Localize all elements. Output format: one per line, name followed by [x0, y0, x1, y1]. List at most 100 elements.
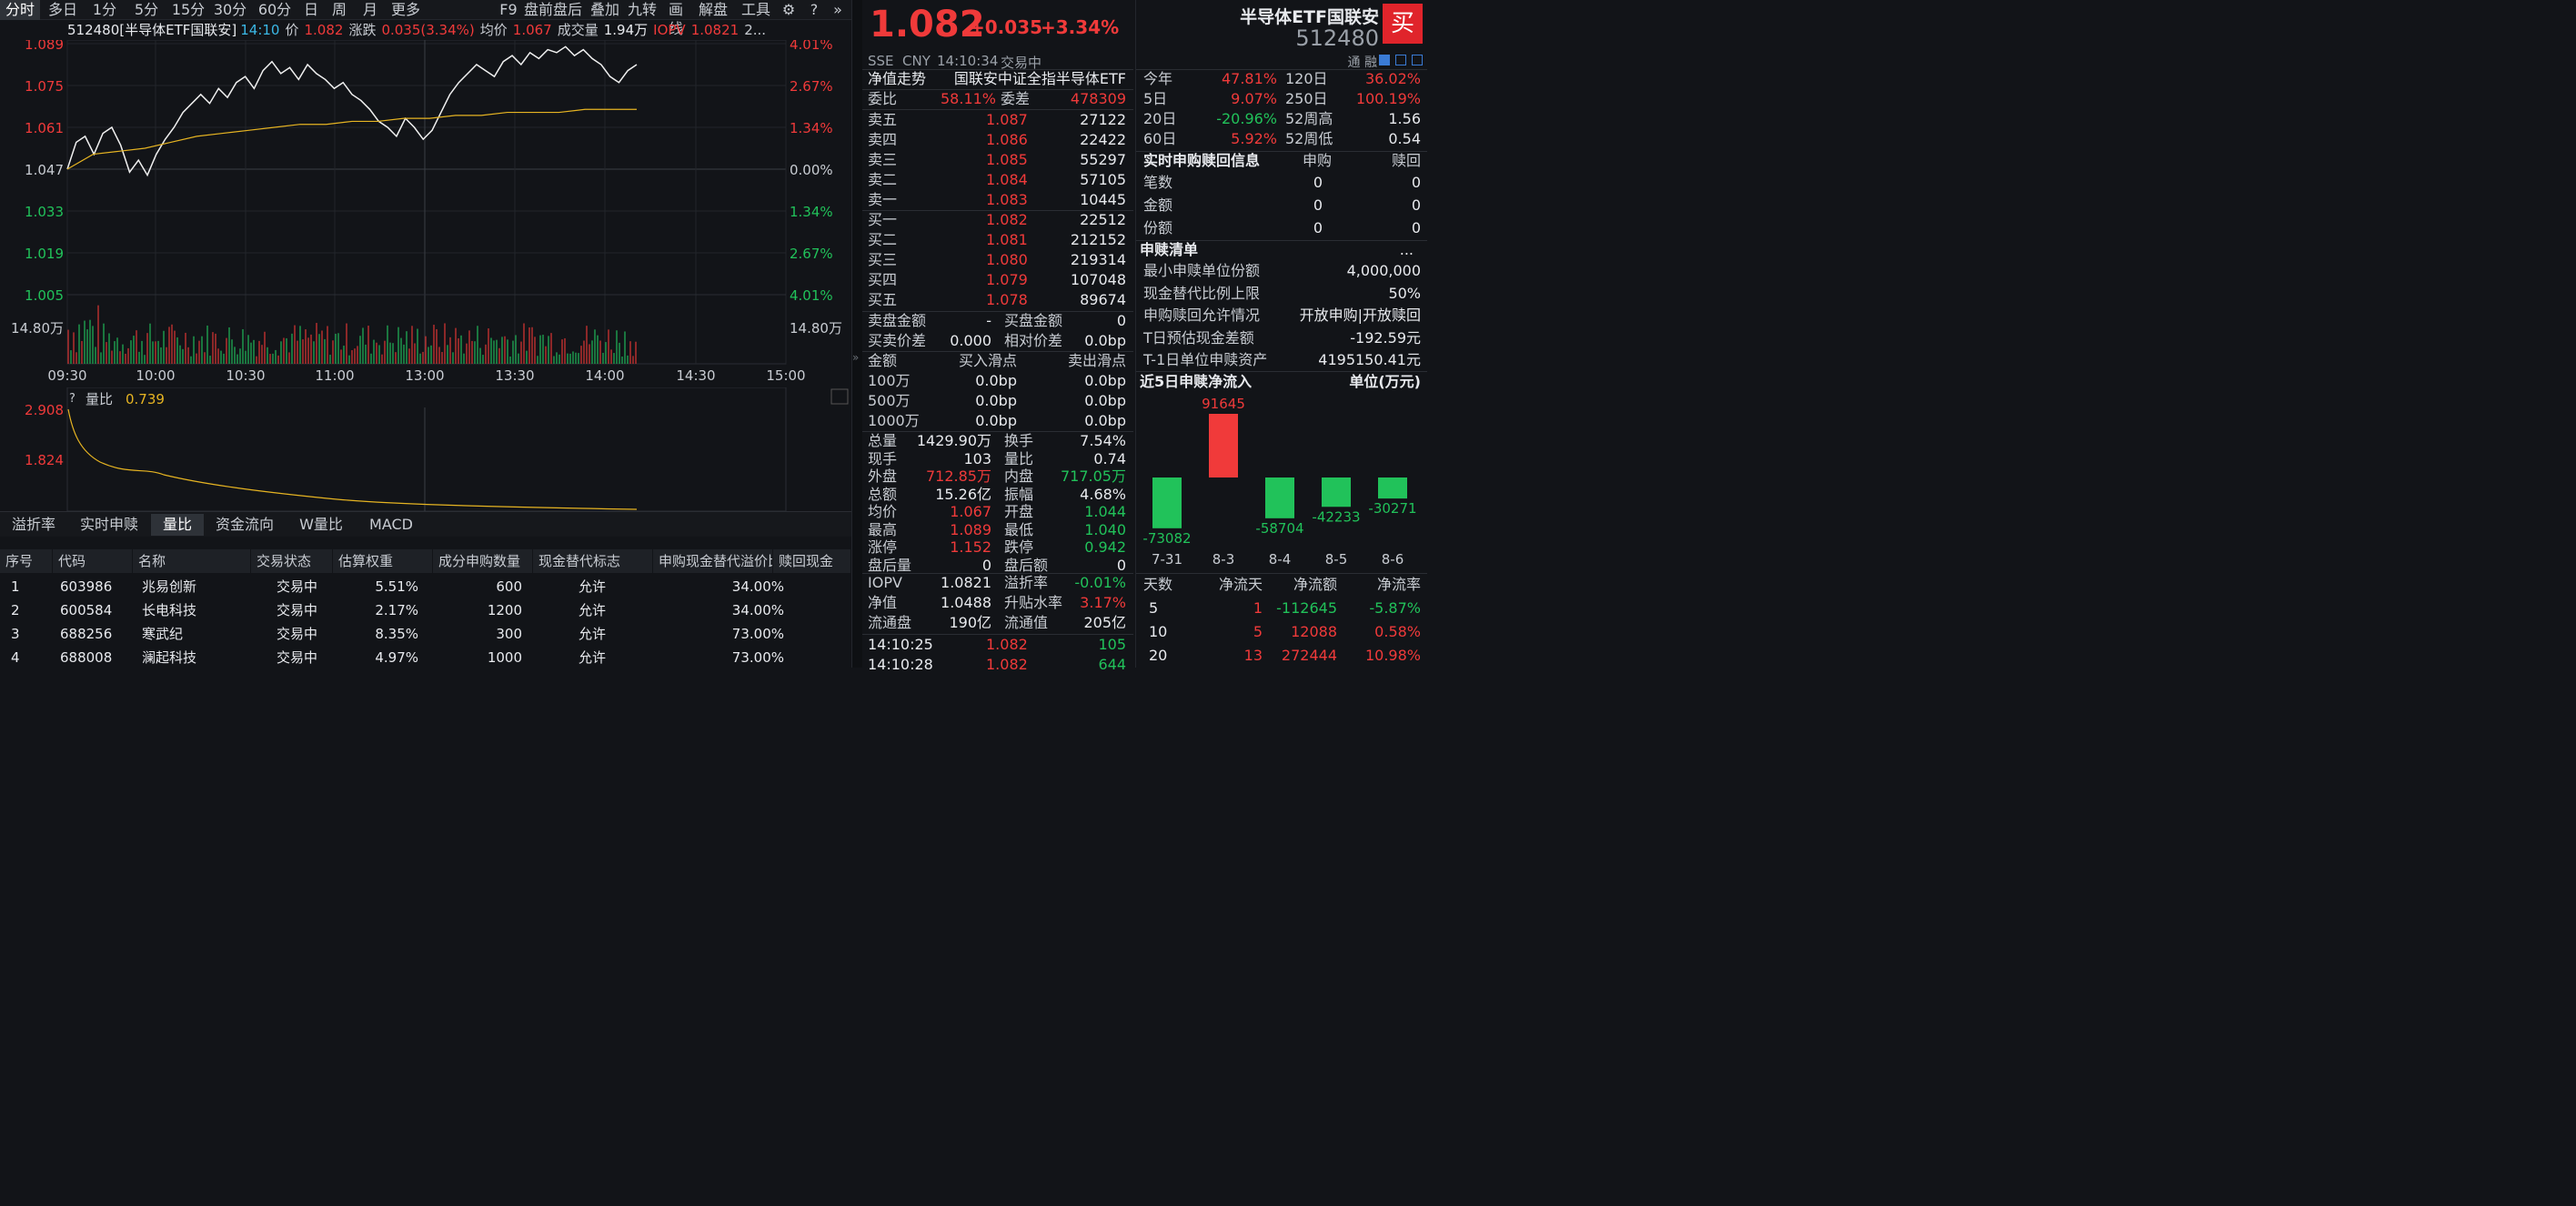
ratio-y-tick: 1.824	[25, 452, 64, 468]
toolbar-item-0[interactable]: F9	[497, 0, 520, 20]
bid-label: 买四	[868, 271, 898, 288]
perf-label: 52周高	[1285, 110, 1333, 127]
period-tab-0[interactable]: 分时	[0, 0, 40, 20]
period-tab-7[interactable]: 日	[298, 0, 324, 20]
toolbar-item-1[interactable]: 盘前盘后	[520, 0, 586, 20]
period-tab-8[interactable]: 周	[324, 0, 355, 20]
tab-0[interactable]: 溢折率	[0, 514, 67, 536]
perf-label: 今年	[1143, 70, 1173, 87]
redemption-title: 实时申购赎回信息	[1143, 152, 1261, 169]
x-tick: 10:00	[136, 367, 175, 384]
list-value: 4,000,000	[1346, 262, 1421, 279]
col-header-6[interactable]: 现金替代标志	[533, 549, 653, 573]
col-header-4[interactable]: 估算权重	[333, 549, 433, 573]
volume-ratio-chart[interactable]: ? 量比 0.739 2.908 1.824	[0, 387, 851, 513]
nav-label[interactable]: 净值走势	[868, 69, 926, 89]
col-header-1[interactable]: 代码	[53, 549, 133, 573]
help-icon[interactable]: ?	[806, 0, 822, 20]
bid-volume: 212152	[1070, 231, 1126, 248]
table-row[interactable]: 3 688256 寒武纪 交易中 8.35% 300 允许 73.00%	[0, 622, 851, 646]
y-tick-left: 1.019	[25, 246, 64, 262]
ask-volume: 10445	[1080, 191, 1126, 208]
window-icon[interactable]	[1395, 55, 1406, 65]
col-header-2[interactable]: 名称	[133, 549, 251, 573]
ask-label: 卖四	[868, 131, 898, 148]
period-toolbar: 分时 多日 1分 5分 15分 30分 60分日周月更多 F9 盘前盘后 叠加 九转 画线 解盘 工具 ⚙?…	[0, 0, 851, 37]
y-tick-right: 4.01%	[790, 287, 833, 304]
collapse-icon[interactable]: »	[852, 351, 859, 364]
order-value: 0.0bp	[1084, 332, 1126, 349]
col-header-5[interactable]: 成分申购数量	[433, 549, 533, 573]
help-icon[interactable]: ?	[69, 392, 75, 406]
redemption-label: 份额	[1143, 219, 1173, 236]
col-header-0[interactable]: 序号	[0, 549, 53, 573]
tick-time: 14:10:25	[868, 636, 933, 653]
order-label: 买盘金额	[1004, 312, 1063, 329]
col-header-7[interactable]: 申购现金替代溢价比率	[653, 549, 773, 573]
slippage-buy: 0.0bp	[975, 412, 1017, 429]
x-tick: 11:00	[315, 367, 354, 384]
tab-4[interactable]: W量比	[286, 514, 357, 536]
tab-1[interactable]: 实时申赎	[69, 514, 149, 536]
volume-tick-right: 14.80万	[790, 320, 842, 337]
bid-price: 1.078	[986, 291, 1028, 308]
cell: 交易中	[277, 578, 318, 595]
period-tab-3[interactable]: 5分	[126, 0, 167, 20]
period-tab-5[interactable]: 30分	[209, 0, 251, 20]
etf-info-panel: 半导体ETF国联安 512480 通 融买今年 47.81% 120日 36.02% 5日 9…	[1135, 0, 1427, 668]
cell: 允许	[579, 649, 607, 666]
edit-icon[interactable]	[1379, 55, 1390, 65]
ask-label: 卖三	[868, 151, 898, 168]
cell: 300	[496, 626, 522, 642]
list-more[interactable]: ...	[1400, 240, 1414, 260]
bid-price: 1.079	[986, 271, 1028, 288]
commission-diff: 478309	[1070, 90, 1126, 107]
toolbar-item-2[interactable]: 叠加	[588, 0, 622, 20]
panel-divider[interactable]: »	[851, 0, 862, 668]
cell: 73.00%	[731, 649, 784, 666]
y-tick-right: 2.67%	[790, 78, 833, 95]
tab-5[interactable]: MACD	[358, 514, 424, 536]
perf-value: 36.02%	[1364, 70, 1421, 87]
perf-value: 0.54	[1388, 130, 1421, 147]
toolbar-item-3[interactable]: 九转	[624, 0, 660, 20]
close-icon[interactable]	[830, 388, 849, 405]
table-row[interactable]: 2 600584 长电科技 交易中 2.17% 1200 允许 34.00%	[0, 598, 851, 622]
y-tick-left: 1.061	[25, 120, 64, 136]
order-label: 卖盘金额	[868, 312, 927, 329]
cell: 3	[11, 626, 20, 642]
period-tab-6[interactable]: 60分	[251, 0, 298, 20]
table-row[interactable]: 1 603986 兆易创新 交易中 5.51% 600 允许 34.00%	[0, 575, 851, 598]
col-header-3[interactable]: 交易状态	[251, 549, 333, 573]
ask-volume: 55297	[1080, 151, 1126, 168]
list-value: 开放申购|开放赎回	[1299, 307, 1421, 324]
period-tab-1[interactable]: 多日	[42, 0, 84, 20]
cell: 600	[496, 578, 522, 595]
toolbar-item-5[interactable]: 解盘	[689, 0, 737, 20]
x-tick: 13:00	[405, 367, 444, 384]
flow-header: 净流率	[1376, 576, 1421, 593]
table-row[interactable]: 4 688008 澜起科技 交易中 4.97% 1000 允许 73.00%	[0, 646, 851, 669]
col-header-8[interactable]: 赎回现金	[773, 549, 851, 573]
gear-icon[interactable]: ⚙	[780, 0, 797, 20]
buy-button[interactable]: 买	[1383, 4, 1423, 44]
flow-bar	[1209, 414, 1238, 477]
ask-price: 1.085	[986, 151, 1028, 168]
trade-tags: 通 融	[1347, 55, 1377, 70]
flow-bar	[1378, 477, 1407, 499]
tab-2[interactable]: 量比	[151, 514, 204, 536]
tab-3[interactable]: 资金流向	[206, 514, 284, 536]
toolbar-item-4[interactable]: 画线	[662, 0, 689, 37]
constituent-table: 序号代码名称交易状态估算权重成分申购数量现金替代标志申购现金替代溢价比率赎回现金…	[0, 549, 851, 668]
period-tab-4[interactable]: 15分	[167, 0, 209, 20]
period-tab-2[interactable]: 1分	[84, 0, 126, 20]
plus-icon[interactable]	[1412, 55, 1423, 65]
toolbar-item-6[interactable]: 工具	[739, 0, 773, 20]
expand-icon[interactable]: »	[830, 0, 846, 20]
flow-cell: 5	[1253, 623, 1263, 640]
period-tab-9[interactable]: 月	[355, 0, 386, 20]
iopv-label: IOPV	[868, 574, 902, 591]
intraday-chart[interactable]: 1.089 4.01% 1.075 2.67% 1.061 1.34% 1.047 0.00%…	[0, 40, 851, 386]
iopv-label: 溢折率	[1004, 574, 1049, 591]
period-tab-10[interactable]: 更多	[386, 0, 426, 20]
